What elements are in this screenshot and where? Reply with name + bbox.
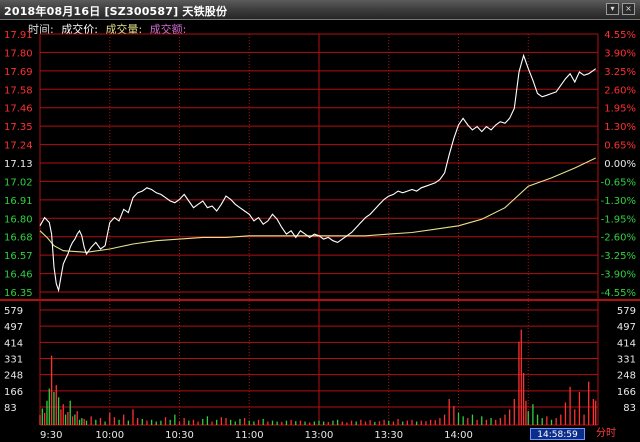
average-price-line xyxy=(39,157,596,253)
time-tick-label: 9:30 xyxy=(40,430,62,441)
volume-tick-label-right: 497 xyxy=(617,322,636,333)
percent-tick-label: 1.95% xyxy=(604,104,636,115)
price-tick-label: 17.46 xyxy=(4,104,33,115)
time-tick-label: 10:30 xyxy=(165,430,194,441)
percent-tick-label: 3.25% xyxy=(604,67,636,78)
price-tick-label: 17.69 xyxy=(4,67,33,78)
percent-tick-label: -1.95% xyxy=(601,214,636,225)
price-tick-label: 17.91 xyxy=(4,30,33,41)
volume-tick-label-right: 166 xyxy=(617,387,636,398)
volume-tick-label: 331 xyxy=(4,355,23,366)
price-tick-label: 17.02 xyxy=(4,177,33,188)
price-tick-label: 16.57 xyxy=(4,251,33,262)
volume-tick-label-right: 579 xyxy=(617,306,636,317)
price-tick-label: 16.80 xyxy=(4,214,33,225)
time-tick-label: 13:30 xyxy=(374,430,403,441)
price-tick-label: 17.13 xyxy=(4,159,33,170)
percent-tick-label: 4.55% xyxy=(604,30,636,41)
time-tick-label: 10:00 xyxy=(95,430,124,441)
percent-tick-label: -1.30% xyxy=(601,196,636,207)
price-tick-label: 16.68 xyxy=(4,233,33,244)
price-tick-label: 17.24 xyxy=(4,141,33,152)
percent-tick-label: -3.25% xyxy=(601,251,636,262)
price-tick-label: 16.91 xyxy=(4,196,33,207)
percent-tick-label: -0.65% xyxy=(601,177,636,188)
percent-tick-label: 2.60% xyxy=(604,85,636,96)
current-time-box: 14:58:59 xyxy=(530,428,585,440)
percent-tick-label: -3.90% xyxy=(601,270,636,281)
volume-tick-label: 248 xyxy=(4,371,23,382)
percent-tick-label: -2.60% xyxy=(601,233,636,244)
price-tick-label: 17.35 xyxy=(4,122,33,133)
volume-bars xyxy=(39,329,597,425)
price-tick-label: 16.35 xyxy=(4,288,33,299)
intraday-chart[interactable]: 17.91 4.55% 17.80 3.90% 17.69 3.25% 17.58 2.60%… xyxy=(0,0,640,442)
volume-tick-label-right: 83 xyxy=(623,403,636,414)
percent-tick-label: 1.30% xyxy=(604,122,636,133)
price-tick-label: 16.46 xyxy=(4,270,33,281)
volume-tick-label-right: 331 xyxy=(617,355,636,366)
volume-tick-label: 166 xyxy=(4,387,23,398)
volume-tick-label: 83 xyxy=(4,403,17,414)
price-tick-label: 17.80 xyxy=(4,48,33,59)
percent-tick-label: 0.00% xyxy=(604,159,636,170)
time-tick-label: 13:00 xyxy=(305,430,334,441)
volume-tick-label: 414 xyxy=(4,338,23,349)
volume-tick-label: 579 xyxy=(4,306,23,317)
chart-grid xyxy=(0,33,640,426)
percent-tick-label: -4.55% xyxy=(601,288,636,299)
volume-tick-label-right: 414 xyxy=(617,338,636,349)
price-tick-label: 17.58 xyxy=(4,85,33,96)
time-tick-label: 11:00 xyxy=(235,430,264,441)
volume-tick-label-right: 248 xyxy=(617,371,636,382)
percent-tick-label: 3.90% xyxy=(604,48,636,59)
time-tick-label: 14:00 xyxy=(444,430,473,441)
volume-tick-label: 497 xyxy=(4,322,23,333)
percent-tick-label: 0.65% xyxy=(604,141,636,152)
mode-tab-intraday[interactable]: 分时 xyxy=(596,427,616,440)
